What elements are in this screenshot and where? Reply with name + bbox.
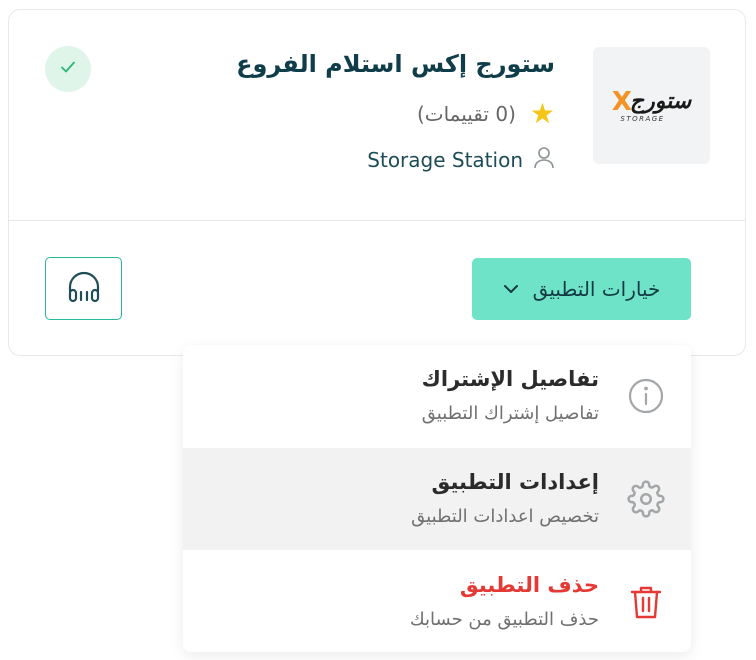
app-options-button[interactable]: خيارات التطبيق (472, 258, 691, 320)
verified-badge (45, 46, 91, 92)
gear-icon (627, 480, 665, 518)
card-divider (9, 220, 745, 221)
headphones-icon (67, 271, 101, 306)
menu-item-subscription-details[interactable]: تفاصيل الإشتراك تفاصيل إشتراك التطبيق (183, 345, 691, 447)
app-card: X ستورج STORAGE ستورج إكس استلام الفروع … (8, 9, 746, 356)
support-button[interactable] (45, 257, 122, 320)
menu-item-subtitle: تخصيص اعدادات التطبيق (411, 506, 599, 527)
developer-row: Storage Station (367, 146, 555, 174)
logo-x-mark: X (611, 86, 632, 117)
rating-count: (0 تقييمات) (416, 102, 516, 126)
rating-row: ★ (0 تقييمات) (417, 100, 555, 128)
chevron-down-icon (503, 282, 519, 297)
trash-icon (627, 583, 665, 621)
menu-item-title: إعدادات التطبيق (431, 470, 599, 494)
app-options-menu: تفاصيل الإشتراك تفاصيل إشتراك التطبيق إع… (183, 345, 691, 652)
menu-item-subtitle: تفاصيل إشتراك التطبيق (421, 403, 599, 424)
star-icon: ★ (529, 97, 555, 130)
logo-subtext: STORAGE (620, 114, 665, 123)
developer-name[interactable]: Storage Station (367, 148, 523, 172)
check-icon (58, 57, 78, 81)
menu-item-subtitle: حذف التطبيق من حسابك (409, 609, 599, 630)
menu-item-title: حذف التطبيق (459, 573, 599, 597)
app-title: ستورج إكس استلام الفروع (236, 50, 555, 78)
menu-item-title: تفاصيل الإشتراك (421, 367, 599, 391)
user-icon (533, 146, 555, 174)
menu-item-delete-app[interactable]: حذف التطبيق حذف التطبيق من حسابك (183, 551, 691, 652)
info-icon (627, 377, 665, 415)
app-logo: X ستورج STORAGE (593, 47, 710, 164)
menu-item-app-settings[interactable]: إعدادات التطبيق تخصيص اعدادات التطبيق (183, 448, 691, 550)
logo-wordmark: ستورج (629, 88, 692, 114)
app-options-label: خيارات التطبيق (532, 277, 661, 301)
